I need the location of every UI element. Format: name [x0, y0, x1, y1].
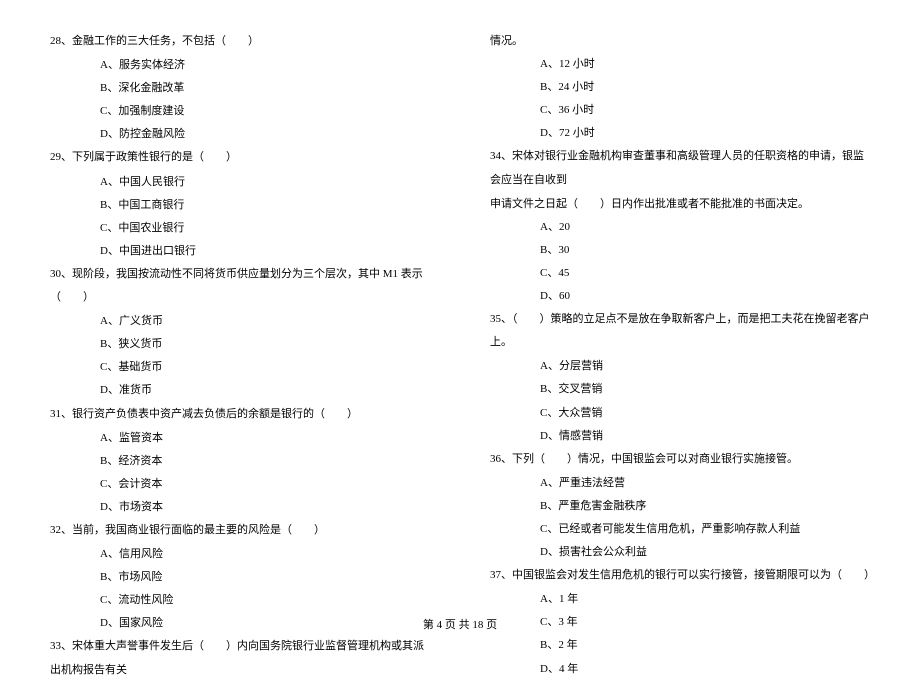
two-column-layout: 28、金融工作的三大任务，不包括（ ） A、服务实体经济 B、深化金融改革 C、… [50, 30, 870, 590]
q35-option-d: D、情感营销 [490, 425, 870, 448]
q29-option-c: C、中国农业银行 [50, 217, 430, 240]
q29-option-d: D、中国进出口银行 [50, 240, 430, 263]
q31-option-b: B、经济资本 [50, 450, 430, 473]
right-column: 情况。 A、12 小时 B、24 小时 C、36 小时 D、72 小时 34、宋… [490, 30, 870, 590]
q29-stem: 29、下列属于政策性银行的是（ ） [50, 146, 430, 169]
q31-option-d: D、市场资本 [50, 496, 430, 519]
q29-option-a: A、中国人民银行 [50, 171, 430, 194]
q36-option-c: C、已经或者可能发生信用危机，严重影响存款人利益 [490, 518, 870, 541]
q30-option-a: A、广义货币 [50, 310, 430, 333]
q32-option-a: A、信用风险 [50, 543, 430, 566]
q36-option-b: B、严重危害金融秩序 [490, 495, 870, 518]
q36-option-a: A、严重违法经营 [490, 472, 870, 495]
left-column: 28、金融工作的三大任务，不包括（ ） A、服务实体经济 B、深化金融改革 C、… [50, 30, 430, 590]
q37-option-b: B、2 年 [490, 634, 870, 657]
q32-option-b: B、市场风险 [50, 566, 430, 589]
q28-option-d: D、防控金融风险 [50, 123, 430, 146]
q33-option-d: D、72 小时 [490, 122, 870, 145]
q31-option-a: A、监管资本 [50, 427, 430, 450]
q34-option-a: A、20 [490, 216, 870, 239]
q34-option-d: D、60 [490, 285, 870, 308]
q36-option-d: D、损害社会公众利益 [490, 541, 870, 564]
q30-option-d: D、准货币 [50, 379, 430, 402]
q36-stem: 36、下列（ ）情况，中国银监会可以对商业银行实施接管。 [490, 448, 870, 471]
q33-stem: 33、宋体重大声誉事件发生后（ ）内向国务院银行业监督管理机构或其派出机构报告有… [50, 635, 430, 681]
q34-option-b: B、30 [490, 239, 870, 262]
q32-option-c: C、流动性风险 [50, 589, 430, 612]
q34-stem-line2: 申请文件之日起（ ）日内作出批准或者不能批准的书面决定。 [490, 193, 870, 216]
q30-option-c: C、基础货币 [50, 356, 430, 379]
q37-option-a: A、1 年 [490, 588, 870, 611]
q31-option-c: C、会计资本 [50, 473, 430, 496]
q33-stem-cont: 情况。 [490, 30, 870, 53]
q30-option-b: B、狭义货币 [50, 333, 430, 356]
q30-stem: 30、现阶段，我国按流动性不同将货币供应量划分为三个层次，其中 M1 表示（ ） [50, 263, 430, 309]
q28-option-c: C、加强制度建设 [50, 100, 430, 123]
q29-option-b: B、中国工商银行 [50, 194, 430, 217]
q35-stem: 35、（ ）策略的立足点不是放在争取新客户上，而是把工夫花在挽留老客户上。 [490, 308, 870, 354]
q37-option-d: D、4 年 [490, 658, 870, 681]
q31-stem: 31、银行资产负债表中资产减去负债后的余额是银行的（ ） [50, 403, 430, 426]
q28-option-a: A、服务实体经济 [50, 54, 430, 77]
q35-option-c: C、大众营销 [490, 402, 870, 425]
q35-option-a: A、分层营销 [490, 355, 870, 378]
q34-stem-line1: 34、宋体对银行业金融机构审查董事和高级管理人员的任职资格的申请，银监会应当在自… [490, 145, 870, 191]
q28-option-b: B、深化金融改革 [50, 77, 430, 100]
q28-stem: 28、金融工作的三大任务，不包括（ ） [50, 30, 430, 53]
q32-stem: 32、当前，我国商业银行面临的最主要的风险是（ ） [50, 519, 430, 542]
q33-option-c: C、36 小时 [490, 99, 870, 122]
q35-option-b: B、交叉营销 [490, 378, 870, 401]
q34-option-c: C、45 [490, 262, 870, 285]
page-footer: 第 4 页 共 18 页 [0, 616, 920, 632]
q33-option-b: B、24 小时 [490, 76, 870, 99]
q33-option-a: A、12 小时 [490, 53, 870, 76]
q37-stem: 37、中国银监会对发生信用危机的银行可以实行接管，接管期限可以为（ ） [490, 564, 870, 587]
